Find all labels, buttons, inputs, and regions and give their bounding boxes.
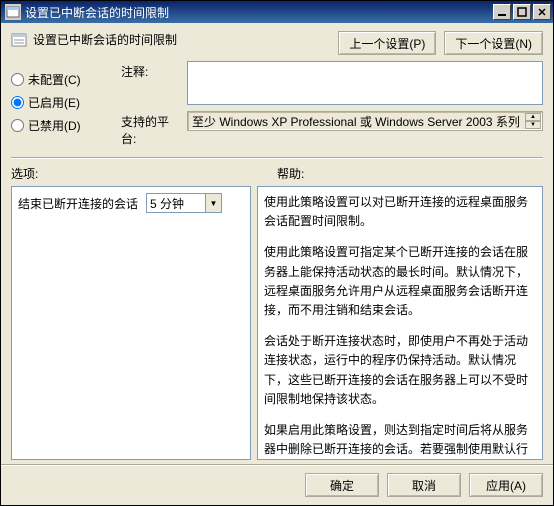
apply-button[interactable]: 应用(A) <box>469 473 543 497</box>
next-setting-button[interactable]: 下一个设置(N) <box>444 31 543 55</box>
dialog-footer: 确定 取消 应用(A) <box>1 464 553 505</box>
divider <box>11 157 543 159</box>
options-pane: 结束已断开连接的会话 ▼ <box>11 186 251 460</box>
cancel-button[interactable]: 取消 <box>387 473 461 497</box>
comment-textarea[interactable] <box>187 61 543 105</box>
help-text: 使用此策略设置可以对已断开连接的远程桌面服务会话配置时间限制。 <box>264 193 536 231</box>
state-radio-group: 未配置(C) 已启用(E) 已禁用(D) <box>11 61 111 147</box>
help-pane[interactable]: 使用此策略设置可以对已断开连接的远程桌面服务会话配置时间限制。 使用此策略设置可… <box>257 186 543 460</box>
policy-icon <box>11 32 27 48</box>
platform-scroll-up[interactable]: ▲ <box>525 113 541 121</box>
radio-enabled[interactable]: 已启用(E) <box>11 94 111 111</box>
chevron-down-icon[interactable]: ▼ <box>206 193 222 213</box>
previous-setting-button[interactable]: 上一个设置(P) <box>338 31 436 55</box>
help-text: 如果启用此策略设置，则达到指定时间后将从服务器中删除已断开连接的会话。若要强制使… <box>264 421 536 460</box>
end-disconnected-input[interactable] <box>146 193 206 213</box>
platform-label: 支持的平台: <box>121 111 181 147</box>
platform-scroll-down[interactable]: ▼ <box>525 121 541 129</box>
radio-not-configured-input[interactable] <box>11 73 24 86</box>
help-text: 会话处于断开连接状态时，即使用户不再处于活动连接状态，运行中的程序仍保持活动。默… <box>264 332 536 409</box>
policy-header: 设置已中断会话的时间限制 <box>11 31 177 48</box>
radio-disabled-input[interactable] <box>11 119 24 132</box>
minimize-button[interactable] <box>493 4 511 20</box>
maximize-button[interactable] <box>513 4 531 20</box>
help-section-label: 帮助: <box>277 165 543 182</box>
policy-title: 设置已中断会话的时间限制 <box>33 31 177 48</box>
end-disconnected-combo[interactable]: ▼ <box>146 193 222 213</box>
ok-button[interactable]: 确定 <box>305 473 379 497</box>
radio-not-configured[interactable]: 未配置(C) <box>11 71 111 88</box>
supported-platform-box: 至少 Windows XP Professional 或 Windows Ser… <box>187 111 543 131</box>
comment-label: 注释: <box>121 61 181 80</box>
dialog-window: 设置已中断会话的时间限制 设置已中断会话的时间限制 上一个设置(P) 下一个设置… <box>0 0 554 506</box>
supported-platform-value: 至少 Windows XP Professional 或 Windows Ser… <box>192 113 520 130</box>
app-icon <box>5 4 21 20</box>
options-section-label: 选项: <box>11 165 277 182</box>
radio-disabled[interactable]: 已禁用(D) <box>11 117 111 134</box>
end-disconnected-label: 结束已断开连接的会话 <box>18 195 138 212</box>
help-text: 使用此策略设置可指定某个已断开连接的会话在服务器上能保持活动状态的最长时间。默认… <box>264 243 536 320</box>
titlebar: 设置已中断会话的时间限制 <box>1 1 553 23</box>
close-button[interactable] <box>533 4 551 20</box>
window-title: 设置已中断会话的时间限制 <box>25 4 493 21</box>
radio-enabled-input[interactable] <box>11 96 24 109</box>
